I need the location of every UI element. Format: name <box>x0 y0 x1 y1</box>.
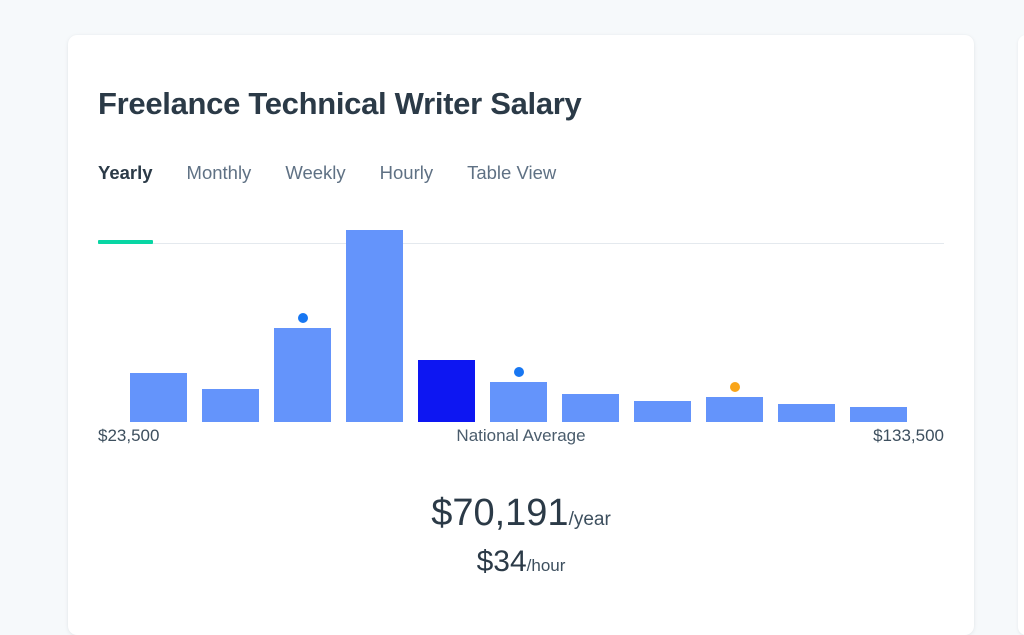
salary-card: Freelance Technical Writer Salary Yearly… <box>68 35 974 635</box>
tab-list: Yearly Monthly Weekly Hourly Table View <box>98 161 556 185</box>
yearly-salary-value: $70,191 <box>431 492 569 534</box>
card-content: Freelance Technical Writer Salary Yearly… <box>98 35 944 635</box>
bar[interactable] <box>634 401 691 422</box>
bar-national-average[interactable] <box>418 360 475 422</box>
hourly-salary: $34/hour <box>98 543 944 585</box>
marker-orange-icon <box>729 382 740 392</box>
national-average-label: National Average <box>456 426 586 445</box>
bar[interactable] <box>202 389 259 422</box>
tab-table-view[interactable]: Table View <box>467 161 556 185</box>
bar[interactable] <box>130 373 187 422</box>
bar[interactable] <box>778 404 835 422</box>
marker-blue-icon <box>513 367 524 377</box>
bar[interactable] <box>490 382 547 422</box>
bar[interactable] <box>274 328 331 422</box>
hourly-salary-value: $34 <box>476 545 527 578</box>
tab-hourly[interactable]: Hourly <box>380 161 433 185</box>
chart-plot-area <box>130 230 944 422</box>
salary-distribution-chart: $23,500 National Average $133,500 <box>98 230 944 452</box>
hourly-salary-unit: /hour <box>526 556 566 575</box>
axis-min-label: $23,500 <box>98 426 160 445</box>
bar[interactable] <box>562 394 619 422</box>
page-title: Freelance Technical Writer Salary <box>98 86 582 121</box>
adjacent-card-edge <box>1018 35 1024 635</box>
marker-blue-icon <box>297 313 308 323</box>
bar[interactable] <box>706 397 763 422</box>
tab-monthly[interactable]: Monthly <box>187 161 252 185</box>
axis-max-label: $133,500 <box>873 426 944 445</box>
tab-yearly[interactable]: Yearly <box>98 161 153 185</box>
yearly-salary-unit: /year <box>568 509 611 530</box>
bar[interactable] <box>346 230 403 422</box>
salary-summary: $70,191/year $34/hour <box>98 490 944 585</box>
bar[interactable] <box>850 407 907 422</box>
yearly-salary: $70,191/year <box>98 490 944 543</box>
tab-weekly[interactable]: Weekly <box>285 161 345 185</box>
chart-axis-labels: $23,500 National Average $133,500 <box>98 426 944 454</box>
